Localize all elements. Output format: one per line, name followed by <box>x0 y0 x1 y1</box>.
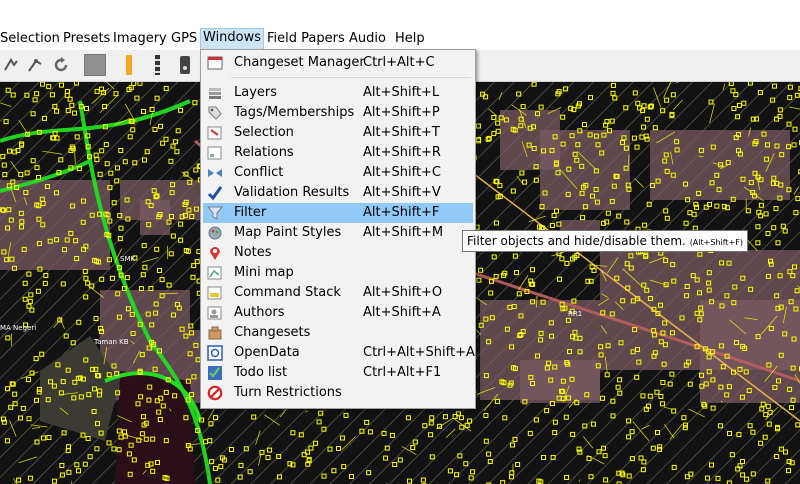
menu-item-shortcut: Alt+Shift+R <box>363 145 441 160</box>
menu-item-label: Mini map <box>234 265 294 280</box>
menu-item-map-paint-styles[interactable]: Map Paint Styles Alt+Shift+M <box>203 223 473 243</box>
menu-item-turn-restrictions[interactable]: Turn Restrictions <box>203 383 473 403</box>
checkmark-icon <box>207 185 223 201</box>
paint-styles-icon <box>207 225 223 241</box>
map-label-smk: SMK <box>120 255 136 263</box>
map-building <box>540 130 630 210</box>
menu-item-label: Authors <box>234 305 285 320</box>
menu-item-shortcut: Alt+Shift+L <box>363 85 440 100</box>
menu-item-filter[interactable]: Filter Alt+Shift+F <box>203 203 473 223</box>
gray-square-icon[interactable] <box>84 54 106 76</box>
tag-icon <box>207 105 223 121</box>
menu-item-label: Validation Results <box>234 185 350 200</box>
menu-item-tags-memberships[interactable]: Tags/Memberships Alt+Shift+P <box>203 103 473 123</box>
map-label-ma-negeri: MA Negeri <box>0 324 37 332</box>
menu-item-label: Filter <box>234 205 267 220</box>
menu-item-label: Relations <box>234 145 294 160</box>
layers-icon <box>207 85 223 101</box>
windows-menu-dropdown: Changeset Manager Ctrl+Alt+C Layers Alt+… <box>200 49 476 409</box>
menu-item-shortcut: Alt+Shift+V <box>363 185 441 200</box>
menu-item-label: Turn Restrictions <box>234 385 342 400</box>
menu-item-shortcut: Alt+Shift+C <box>363 165 442 180</box>
menu-separator <box>231 77 471 78</box>
menu-item-shortcut: Alt+Shift+O <box>363 285 443 300</box>
changesets-icon <box>207 325 223 341</box>
draw-tool-icon[interactable] <box>24 54 46 76</box>
menu-item-label: OpenData <box>234 345 300 360</box>
black-divider-icon[interactable] <box>146 54 168 76</box>
menu-item-shortcut: Ctrl+Alt+F1 <box>363 365 442 380</box>
tooltip-text: Filter objects and hide/disable them. <box>467 234 686 248</box>
menu-item-label: Selection <box>234 125 294 140</box>
menu-item-todo-list[interactable]: Todo list Ctrl+Alt+F1 <box>203 363 473 383</box>
menu-item-shortcut: Alt+Shift+T <box>363 125 440 140</box>
menu-field-papers[interactable]: Field Papers <box>265 29 347 49</box>
menu-item-label: Tags/Memberships <box>234 105 355 120</box>
menu-item-label: Map Paint Styles <box>234 225 342 240</box>
filter-funnel-icon <box>207 205 223 221</box>
menu-audio[interactable]: Audio <box>347 29 388 49</box>
authors-icon <box>207 305 223 321</box>
relations-icon <box>207 145 223 161</box>
select-tool-icon[interactable] <box>0 54 22 76</box>
menu-item-selection[interactable]: Selection Alt+Shift+T <box>203 123 473 143</box>
conflict-icon <box>207 165 223 181</box>
tooltip-shortcut: (Alt+Shift+F) <box>689 238 743 247</box>
phone-icon[interactable] <box>174 54 196 76</box>
opendata-icon <box>207 345 223 361</box>
menu-item-validation-results[interactable]: Validation Results Alt+Shift+V <box>203 183 473 203</box>
menu-item-shortcut: Ctrl+Alt+C <box>363 55 435 70</box>
filter-tooltip: Filter objects and hide/disable them. (A… <box>462 230 748 252</box>
menu-item-conflict[interactable]: Conflict Alt+Shift+C <box>203 163 473 183</box>
menu-item-opendata[interactable]: OpenData Ctrl+Alt+Shift+A <box>203 343 475 363</box>
menu-item-mini-map[interactable]: Mini map <box>203 263 473 283</box>
orange-divider-icon[interactable] <box>118 54 140 76</box>
menu-windows[interactable]: Windows <box>200 28 265 50</box>
map-label-taman-kb: Taman KB <box>94 338 129 346</box>
menu-item-shortcut: Alt+Shift+F <box>363 205 440 220</box>
menu-item-authors[interactable]: Authors Alt+Shift+A <box>203 303 473 323</box>
menu-presets[interactable]: Presets <box>61 29 112 49</box>
menu-item-label: Changesets <box>234 325 311 340</box>
menu-item-notes[interactable]: Notes <box>203 243 473 263</box>
menu-item-label: Notes <box>234 245 272 260</box>
menu-bar: Selection Presets Imagery GPS Windows Fi… <box>0 0 800 50</box>
menu-item-relations[interactable]: Relations Alt+Shift+R <box>203 143 473 163</box>
map-pin-icon <box>207 245 223 261</box>
selection-icon <box>207 125 223 141</box>
menu-item-label: Command Stack <box>234 285 341 300</box>
menu-item-shortcut: Alt+Shift+P <box>363 105 440 120</box>
refresh-icon[interactable] <box>50 54 72 76</box>
menu-item-changesets[interactable]: Changesets <box>203 323 473 343</box>
menu-item-command-stack[interactable]: Command Stack Alt+Shift+O <box>203 283 473 303</box>
menu-item-label: Layers <box>234 85 278 100</box>
menu-item-shortcut: Alt+Shift+M <box>363 225 444 240</box>
menu-item-layers[interactable]: Layers Alt+Shift+L <box>203 83 473 103</box>
menu-gps[interactable]: GPS <box>169 29 199 49</box>
menu-item-label: Changeset Manager <box>234 55 365 70</box>
todo-list-icon <box>207 365 223 381</box>
menu-selection[interactable]: Selection <box>0 29 62 49</box>
menu-item-shortcut: Ctrl+Alt+Shift+A <box>363 345 475 360</box>
map-label-rr1: RR1 <box>568 310 583 318</box>
menu-imagery[interactable]: Imagery <box>111 29 169 49</box>
changeset-manager-icon <box>207 55 223 71</box>
no-turn-icon <box>207 385 223 401</box>
menu-help[interactable]: Help <box>393 29 427 49</box>
command-stack-icon <box>207 285 223 301</box>
menu-item-shortcut: Alt+Shift+A <box>363 305 441 320</box>
mini-map-icon <box>207 265 223 281</box>
menu-item-label: Todo list <box>234 365 288 380</box>
map-building <box>140 200 170 235</box>
menu-item-label: Conflict <box>234 165 284 180</box>
menu-item-changeset-manager[interactable]: Changeset Manager Ctrl+Alt+C <box>203 53 473 73</box>
